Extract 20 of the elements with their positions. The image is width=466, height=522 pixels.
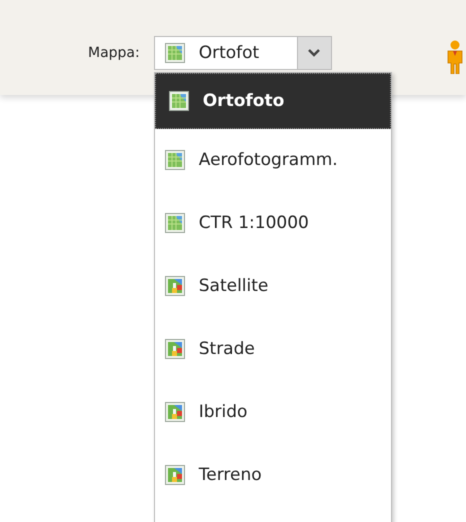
menu-item[interactable]: Ibrido bbox=[154, 380, 391, 444]
map-layer-icon bbox=[164, 402, 185, 422]
menu-item[interactable]: Satellite bbox=[154, 254, 391, 318]
menu-item[interactable]: CTR 1:10000 bbox=[154, 192, 391, 254]
dropdown-button[interactable] bbox=[296, 36, 331, 68]
menu-item[interactable]: Strade bbox=[154, 318, 391, 380]
map-tile-icon bbox=[164, 42, 185, 62]
map-select[interactable]: Ortofot bbox=[154, 36, 332, 70]
map-tile-icon bbox=[164, 150, 185, 170]
map-tile-icon bbox=[164, 213, 185, 233]
map-layer-icon bbox=[164, 276, 185, 296]
menu-item[interactable]: Aerofotogramm. bbox=[154, 128, 391, 192]
map-layer-icon bbox=[164, 339, 185, 359]
menu-item[interactable]: Terreno bbox=[154, 444, 391, 506]
map-tile-icon bbox=[168, 90, 189, 110]
map-label: Mappa: bbox=[88, 44, 140, 60]
person-icon[interactable] bbox=[446, 40, 464, 74]
menu-item[interactable]: Ortofoto bbox=[154, 72, 391, 128]
chevron-icon bbox=[308, 48, 320, 56]
map-layer-icon bbox=[164, 465, 185, 485]
